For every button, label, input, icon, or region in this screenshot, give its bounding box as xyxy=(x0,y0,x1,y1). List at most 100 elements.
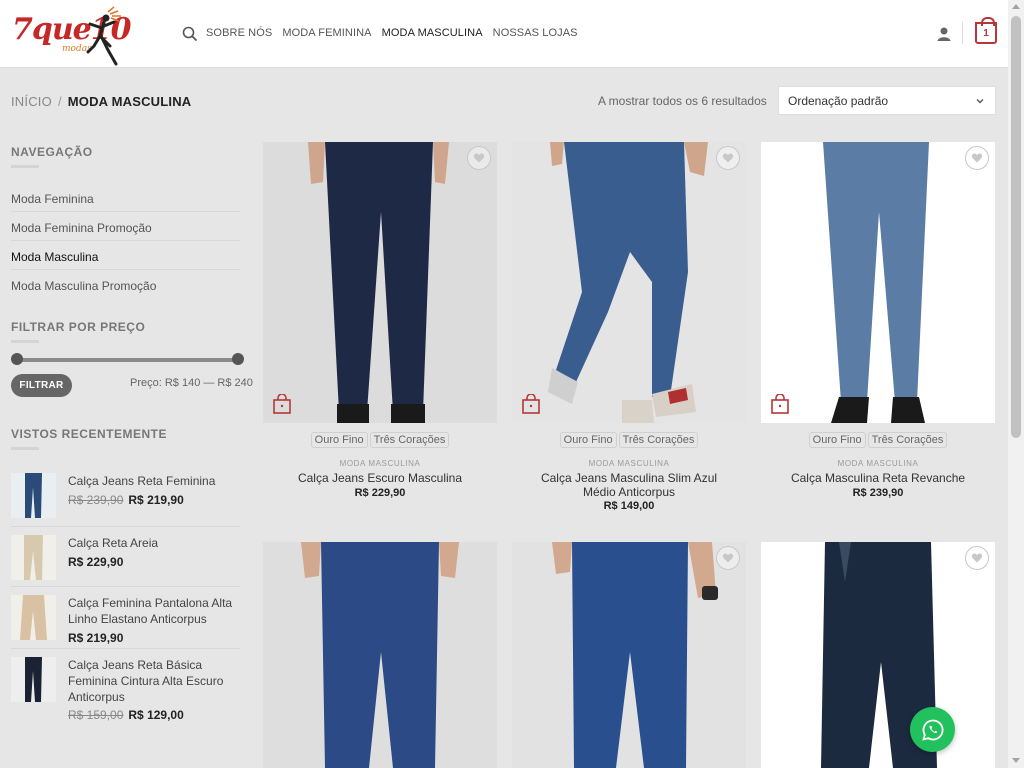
nav-sobre-nos[interactable]: SOBRE NÓS xyxy=(206,27,272,39)
wishlist-heart-icon[interactable] xyxy=(716,146,740,170)
brand-tag[interactable]: Ouro Fino xyxy=(310,432,368,448)
whatsapp-icon xyxy=(921,719,943,741)
product-image[interactable] xyxy=(761,142,995,423)
price-slider-max-handle[interactable] xyxy=(232,353,244,365)
recent-item-price: R$ 239,90 R$ 219,90 xyxy=(68,493,184,507)
product-card[interactable] xyxy=(761,542,995,768)
brand-tag[interactable]: Três Corações xyxy=(618,432,699,448)
sort-selected-value: Ordenação padrão xyxy=(788,94,889,108)
page-scrollbar[interactable] xyxy=(1008,0,1024,768)
product-name[interactable]: Calça Masculina Reta Revanche xyxy=(776,471,980,485)
product-image[interactable] xyxy=(263,142,497,423)
result-count: A mostrar todos os 6 resultados xyxy=(598,94,767,108)
recent-item[interactable]: Calça Jeans Reta Básica Feminina Cintura… xyxy=(11,649,240,722)
product-price: R$ 239,90 xyxy=(852,487,904,499)
product-image[interactable] xyxy=(761,542,995,768)
product-name[interactable]: Calça Jeans Masculina Slim Azul Médio An… xyxy=(527,471,731,499)
recent-item-old-price: R$ 159,00 xyxy=(68,708,124,722)
product-price: R$ 149,00 xyxy=(603,500,655,512)
chevron-down-icon xyxy=(976,99,984,104)
product-image[interactable] xyxy=(512,542,746,768)
recent-item-current-price: R$ 219,90 xyxy=(128,493,184,507)
wishlist-heart-icon[interactable] xyxy=(965,546,989,570)
product-image[interactable] xyxy=(263,542,497,768)
brand-tag[interactable]: Ouro Fino xyxy=(559,432,617,448)
product-price: R$ 229,90 xyxy=(354,487,406,499)
breadcrumb: INÍCIO / MODA MASCULINA xyxy=(11,94,191,109)
cart-count: 1 xyxy=(983,27,989,39)
cart-button[interactable]: 1 xyxy=(975,17,997,44)
wishlist-heart-icon[interactable] xyxy=(965,146,989,170)
sidebar-item-moda-feminina-promocao[interactable]: Moda Feminina Promoção xyxy=(11,212,240,241)
product-brands: Ouro Fino Três Corações xyxy=(263,432,497,448)
nav-moda-feminina[interactable]: MODA FEMININA xyxy=(282,27,371,39)
filter-button[interactable]: FILTRAR xyxy=(11,374,72,397)
price-slider-track[interactable] xyxy=(16,358,238,362)
price-slider-min-handle[interactable] xyxy=(11,353,23,365)
recent-products-list: Calça Jeans Reta Feminina R$ 239,90 R$ 21… xyxy=(11,465,240,722)
recent-thumb[interactable] xyxy=(11,657,56,702)
sidebar-nav-title: NAVEGAÇÃO xyxy=(11,145,93,168)
scroll-up-arrow-icon[interactable] xyxy=(1012,4,1020,9)
recent-thumb[interactable] xyxy=(11,473,56,518)
product-brands: Ouro Fino Três Corações xyxy=(512,432,746,448)
dancer-logo-icon xyxy=(86,6,121,66)
brand-tag[interactable]: Três Corações xyxy=(867,432,948,448)
site-logo[interactable]: 7que10 modas xyxy=(10,6,131,66)
sidebar-item-moda-feminina[interactable]: Moda Feminina xyxy=(11,183,240,212)
recent-title: VISTOS RECENTEMENTE xyxy=(11,427,167,450)
recent-item-price: R$ 219,90 xyxy=(68,631,123,645)
price-filter-title: FILTRAR POR PREÇO xyxy=(11,320,146,343)
wishlist-heart-icon[interactable] xyxy=(716,546,740,570)
product-category: MODA MASCULINA xyxy=(588,459,670,468)
recent-item-name[interactable]: Calça Reta Areia xyxy=(68,535,238,551)
nav-moda-masculina[interactable]: MODA MASCULINA xyxy=(382,27,483,39)
recent-item-price: R$ 229,90 xyxy=(68,555,123,569)
nav-nossas-lojas[interactable]: NOSSAS LOJAS xyxy=(493,27,578,39)
price-range-label: Preço: R$ 140 — R$ 240 xyxy=(130,377,253,389)
recent-item-old-price: R$ 239,90 xyxy=(68,493,124,507)
recent-item-name[interactable]: Calça Feminina Pantalona Alta Linho Elas… xyxy=(68,595,238,627)
add-to-cart-bag-icon[interactable] xyxy=(771,394,789,414)
scroll-thumb[interactable] xyxy=(1011,16,1021,438)
sidebar-item-moda-masculina[interactable]: Moda Masculina xyxy=(11,241,240,270)
breadcrumb-home[interactable]: INÍCIO xyxy=(11,94,52,109)
sidebar-nav: Moda Feminina Moda Feminina Promoção Mod… xyxy=(11,183,240,299)
product-card[interactable]: Ouro Fino Três Corações MODA MASCULINA Ca… xyxy=(263,142,497,522)
breadcrumb-separator: / xyxy=(57,94,62,109)
brand-tag[interactable]: Ouro Fino xyxy=(808,432,866,448)
recent-item-name[interactable]: Calça Jeans Reta Feminina xyxy=(68,473,238,489)
recent-item-current-price: R$ 129,00 xyxy=(128,708,184,722)
recent-item[interactable]: Calça Feminina Pantalona Alta Linho Elas… xyxy=(11,587,240,649)
product-category: MODA MASCULINA xyxy=(837,459,919,468)
sidebar-item-moda-masculina-promocao[interactable]: Moda Masculina Promoção xyxy=(11,270,240,299)
recent-item-current-price: R$ 229,90 xyxy=(68,555,124,569)
wishlist-heart-icon[interactable] xyxy=(467,146,491,170)
scroll-down-arrow-icon[interactable] xyxy=(1012,758,1020,763)
add-to-cart-bag-icon[interactable] xyxy=(273,394,291,414)
recent-item-current-price: R$ 219,90 xyxy=(68,631,124,645)
sort-select[interactable]: Ordenação padrão xyxy=(778,86,996,115)
product-card[interactable] xyxy=(263,542,497,768)
product-category: MODA MASCULINA xyxy=(339,459,421,468)
product-brands: Ouro Fino Três Corações xyxy=(761,432,995,448)
product-card[interactable]: Ouro Fino Três Corações MODA MASCULINA Ca… xyxy=(512,142,746,522)
main-nav: SOBRE NÓS MODA FEMININA MODA MASCULINA N… xyxy=(206,27,588,39)
product-card[interactable] xyxy=(512,542,746,768)
whatsapp-chat-button[interactable] xyxy=(910,707,955,752)
breadcrumb-current: MODA MASCULINA xyxy=(67,94,192,109)
add-to-cart-bag-icon[interactable] xyxy=(522,394,540,414)
recent-thumb[interactable] xyxy=(11,535,56,580)
header-divider xyxy=(962,22,963,44)
user-icon[interactable] xyxy=(936,26,952,42)
product-card[interactable]: Ouro Fino Três Corações MODA MASCULINA Ca… xyxy=(761,142,995,522)
recent-thumb[interactable] xyxy=(11,595,56,640)
product-image[interactable] xyxy=(512,142,746,423)
recent-item[interactable]: Calça Reta Areia R$ 229,90 xyxy=(11,527,240,587)
site-header: 7que10 modas SOBRE NÓS MODA FEMININA MOD… xyxy=(0,0,1008,68)
recent-item[interactable]: Calça Jeans Reta Feminina R$ 239,90 R$ 21… xyxy=(11,465,240,527)
search-icon[interactable] xyxy=(182,26,198,42)
product-name[interactable]: Calça Jeans Escuro Masculina xyxy=(278,471,482,485)
recent-item-name[interactable]: Calça Jeans Reta Básica Feminina Cintura… xyxy=(68,657,238,705)
brand-tag[interactable]: Três Corações xyxy=(369,432,450,448)
